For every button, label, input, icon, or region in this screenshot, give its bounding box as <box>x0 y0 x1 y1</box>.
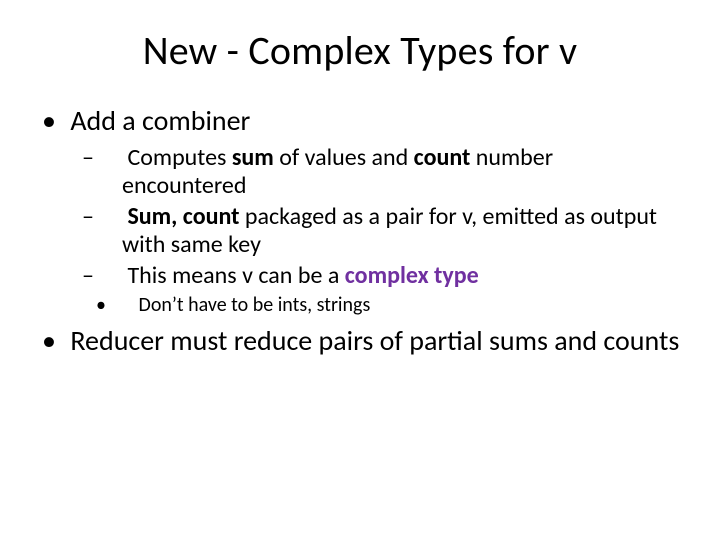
bold-sum-count: Sum, count <box>127 202 239 231</box>
bullet-reducer: Reducer must reduce pairs of partial sum… <box>64 323 680 358</box>
text: of values and <box>274 143 414 172</box>
bold-sum: sum <box>232 143 274 172</box>
text: Computes <box>127 143 231 172</box>
accent-complex-type: complex type <box>345 261 479 290</box>
text: This means v can be a <box>127 261 344 290</box>
sub-complex-type: This means v can be a complex type Don’t… <box>102 262 680 317</box>
bullet-text: Add a combiner <box>70 103 250 138</box>
bullet-list: Add a combiner Computes sum of values an… <box>40 103 680 358</box>
slide: New - Complex Types for v Add a combiner… <box>0 0 720 540</box>
bullet-add-combiner: Add a combiner Computes sum of values an… <box>64 103 680 317</box>
slide-title: New - Complex Types for v <box>40 26 680 75</box>
sub-sum-count-pair: Sum, count packaged as a pair for v, emi… <box>102 203 680 258</box>
sub-computes-sum-count: Computes sum of values and count number … <box>102 144 680 199</box>
subsub-not-ints-strings: Don’t have to be ints, strings <box>154 294 680 317</box>
bullet-text: Reducer must reduce pairs of partial sum… <box>70 323 679 358</box>
sub-list: Computes sum of values and count number … <box>64 144 680 317</box>
sub-sub-list: Don’t have to be ints, strings <box>122 294 680 317</box>
bold-count: count <box>414 143 471 172</box>
text: Don’t have to be ints, strings <box>139 293 371 317</box>
